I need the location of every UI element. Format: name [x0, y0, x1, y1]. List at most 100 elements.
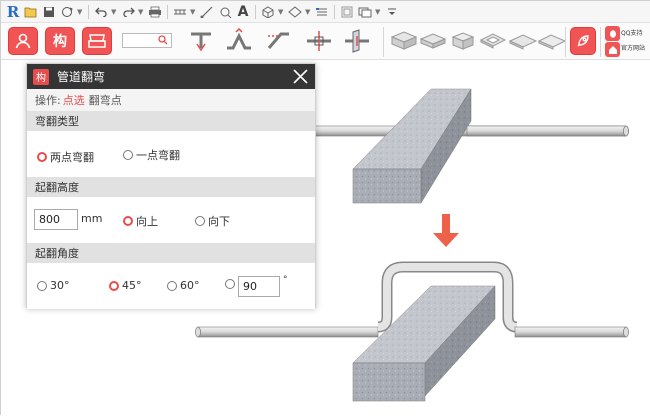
custom-angle-input[interactable]: [238, 276, 280, 297]
sync-dropdown-icon[interactable]: ▼: [77, 8, 84, 16]
ribbon-divider: [565, 27, 566, 57]
radio-dot[interactable]: [167, 280, 177, 291]
dialog-title-bar[interactable]: 构 管道翻弯: [27, 64, 315, 89]
official-site-label[interactable]: 官方网站: [621, 45, 645, 53]
pipe-end: [195, 326, 201, 338]
print-icon[interactable]: [147, 4, 163, 20]
operation-prefix: 操作:: [35, 94, 61, 107]
bend-angle-section: 30° 45° 60° °: [27, 263, 315, 309]
beam-front-face: [352, 168, 422, 204]
pipe-left-segment: [197, 326, 379, 338]
tag-icon[interactable]: [217, 4, 233, 20]
radio-dot[interactable]: [123, 150, 133, 160]
qq-support-button[interactable]: [605, 26, 620, 41]
radio-direction-down[interactable]: 向下: [195, 213, 230, 229]
pipe-right-segment: [514, 326, 627, 338]
redo-icon[interactable]: [120, 4, 136, 20]
qq-support-label[interactable]: QQ支持: [621, 30, 642, 38]
user-icon: [15, 33, 31, 49]
open-icon[interactable]: [23, 4, 39, 20]
tray-button[interactable]: [82, 27, 112, 55]
radio-angle-custom[interactable]: [225, 279, 238, 289]
pipe-angle-icon: [267, 32, 289, 49]
launch-button[interactable]: [570, 27, 596, 55]
ribbon-divider: [600, 27, 601, 57]
radio-dot[interactable]: [123, 216, 133, 226]
measure-dropdown-icon[interactable]: ▼: [190, 8, 197, 16]
bend-height-section: mm 向上 向下: [27, 197, 315, 243]
thin-lines-icon[interactable]: [314, 4, 330, 20]
before-scene: [300, 88, 629, 204]
tray-icon: [88, 34, 106, 48]
pipe-tool-3-button[interactable]: [263, 26, 295, 56]
close-hidden-icon[interactable]: [339, 4, 355, 20]
radio-angle-45[interactable]: 45°: [109, 279, 142, 292]
slab-tool-5-button[interactable]: [507, 26, 539, 56]
pipe-bridge-icon: [227, 28, 251, 50]
operation-row: 操作: 点选 翻弯点: [27, 89, 315, 111]
pipe-split-icon: [307, 31, 331, 51]
toolbar-divider: [255, 4, 256, 19]
undo-icon[interactable]: [93, 4, 109, 20]
slab-block-icon: [390, 31, 418, 50]
customize-icon[interactable]: [384, 4, 400, 20]
bend-point-label: 翻弯点: [88, 94, 122, 107]
slab-tool-3-button[interactable]: [447, 26, 479, 56]
pipe-bend-up-icon: [191, 32, 211, 52]
close-icon[interactable]: [292, 68, 309, 85]
radio-label: 45°: [122, 279, 142, 292]
component-button[interactable]: 构: [45, 27, 75, 55]
toolbar-divider: [167, 4, 168, 19]
slab-hollow-icon: [479, 33, 507, 49]
radio-angle-60[interactable]: 60°: [167, 279, 200, 292]
pipe-tool-1-button[interactable]: [185, 26, 217, 56]
undo-dropdown-icon[interactable]: ▼: [111, 8, 118, 16]
radio-direction-up[interactable]: 向上: [123, 213, 158, 229]
dialog-app-icon: 构: [33, 68, 49, 85]
user-button[interactable]: [8, 27, 38, 55]
bend-height-heading: 起翻高度: [27, 177, 315, 197]
bend-height-input[interactable]: [34, 209, 78, 230]
text-icon[interactable]: A: [235, 4, 251, 20]
radio-dot[interactable]: [37, 280, 47, 291]
slab-tool-6-button[interactable]: [536, 26, 568, 56]
pipe-tool-2-button[interactable]: [223, 26, 255, 56]
slab-wide-icon: [537, 34, 567, 50]
3d-view-icon[interactable]: [260, 4, 276, 20]
section-icon[interactable]: [287, 4, 303, 20]
slab-tool-1-button[interactable]: [387, 26, 419, 56]
pipe-bend-dialog: 构 管道翻弯 操作: 点选 翻弯点 弯翻类型 两点弯翻 一点弯翻 起翻高度 mm: [26, 63, 316, 309]
radio-dot[interactable]: [37, 152, 47, 162]
app-logo[interactable]: R: [5, 3, 21, 21]
toolbar-divider: [334, 4, 335, 19]
qq-icon: [609, 29, 616, 38]
measure-icon[interactable]: [172, 4, 188, 20]
switch-windows-dropdown-icon[interactable]: ▼: [375, 8, 382, 16]
pipe-wall-icon: [345, 29, 369, 53]
save-icon[interactable]: [41, 4, 57, 20]
radio-two-point-bend[interactable]: 两点弯翻: [37, 149, 94, 165]
radio-angle-30[interactable]: 30°: [37, 279, 70, 292]
radio-dot[interactable]: [109, 280, 119, 291]
down-arrow-icon: [433, 214, 459, 247]
slab-tool-4-button[interactable]: [477, 26, 509, 56]
radio-one-point-bend[interactable]: 一点弯翻: [123, 147, 180, 163]
redo-dropdown-icon[interactable]: ▼: [138, 8, 145, 16]
dimension-icon[interactable]: [199, 4, 215, 20]
radio-dot[interactable]: [195, 216, 205, 226]
section-dropdown-icon[interactable]: ▼: [305, 8, 312, 16]
pipe-tool-4-button[interactable]: [303, 26, 335, 56]
3d-view-dropdown-icon[interactable]: ▼: [278, 8, 285, 16]
switch-windows-icon[interactable]: [357, 4, 373, 20]
home-icon: [608, 45, 617, 54]
official-site-button[interactable]: [605, 42, 620, 57]
radio-label: 一点弯翻: [136, 149, 180, 162]
radio-dot[interactable]: [225, 279, 235, 289]
sync-icon[interactable]: [59, 4, 75, 20]
rocket-icon: [577, 35, 589, 47]
search-icon[interactable]: [158, 35, 168, 45]
slab-tool-2-button[interactable]: [417, 26, 449, 56]
search-field[interactable]: [122, 33, 172, 48]
pipe-tool-5-button[interactable]: [341, 26, 373, 56]
component-glyph-icon: 构: [53, 34, 67, 50]
